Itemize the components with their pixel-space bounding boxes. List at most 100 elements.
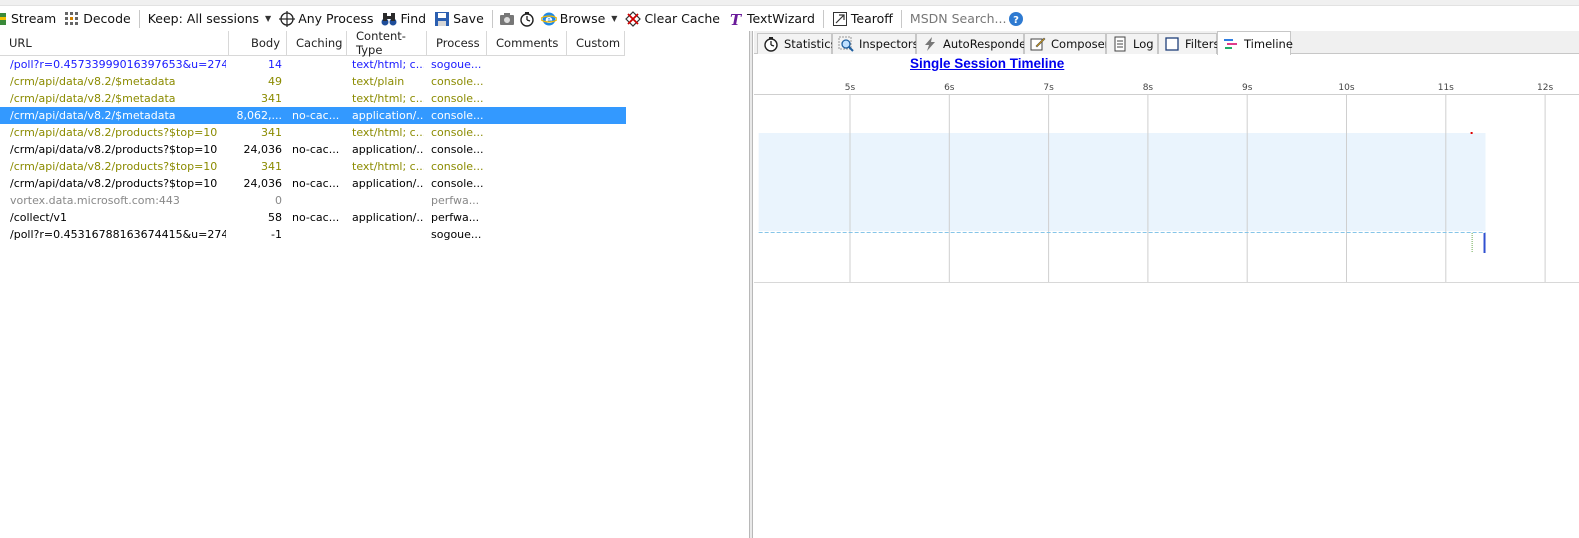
screenshot-button[interactable] (497, 8, 517, 30)
session-row[interactable]: /crm/api/data/v8.2/$metadata 341 text/html… (0, 90, 626, 107)
timeline-tick-label: 9s (1242, 83, 1253, 93)
web-sessions-pane: URL Body Caching Content-Type Process Comment… (0, 29, 749, 538)
pane-splitter[interactable] (749, 31, 753, 538)
session-cell-caching: no-cac... (292, 109, 340, 122)
session-duration-block (758, 133, 1486, 231)
chevron-down-icon: ▼ (265, 14, 272, 23)
session-row[interactable]: vortex.data.microsoft.com:443 0 perfwa... (0, 192, 626, 209)
toolbar-separator (900, 9, 902, 28)
session-cell-url: /crm/api/data/v8.2/$metadata (10, 92, 176, 105)
tab-label: AutoResponder (943, 37, 1031, 51)
session-cell-url: /poll?r=0.45733999016397653&u=27497... (10, 58, 226, 71)
crosshair-icon (279, 10, 296, 27)
timeline-tick-label: 10s (1338, 83, 1354, 93)
inspector-pane: Statistics Inspectors AutoResponder Comp… (754, 31, 1579, 538)
column-header-caching[interactable]: Caching (287, 31, 347, 56)
session-row[interactable]: /crm/api/data/v8.2/products?$top=10 24,03… (0, 175, 626, 192)
session-cell-process: sogoue... (431, 228, 482, 241)
find-button[interactable]: Find (377, 8, 430, 30)
session-cell-content-type (352, 192, 424, 209)
column-header-comments[interactable]: Comments (487, 31, 567, 56)
session-cell-process: console... (431, 160, 484, 173)
pencil-edit-icon (1030, 36, 1046, 52)
session-row[interactable]: /crm/api/data/v8.2/$metadata 8,062,... no-… (0, 107, 626, 124)
tab-statistics[interactable]: Statistics (757, 33, 837, 54)
timeline-start-marker (1470, 132, 1473, 134)
session-cell-caching (292, 158, 346, 175)
tab-autoresponder[interactable]: AutoResponder (916, 33, 1031, 54)
session-cell-caching (292, 124, 346, 141)
tab-label: Inspectors (859, 37, 919, 51)
column-header-body[interactable]: Body (229, 31, 287, 56)
tab-label: Timeline (1244, 36, 1293, 51)
session-cell-body: 0 (275, 194, 282, 207)
stream-button[interactable]: Stream (0, 8, 60, 30)
textwizard-label: TextWizard (746, 11, 815, 26)
timer-button[interactable] (517, 8, 537, 30)
stopwatch-icon (763, 36, 779, 52)
tab-timeline[interactable]: Timeline (1217, 31, 1293, 55)
session-row[interactable]: /poll?r=0.45316788163674415&u=27497... -1… (0, 226, 626, 243)
session-cell-content-type: text/plain (352, 75, 405, 88)
session-cell-process: console... (431, 126, 484, 139)
session-row[interactable]: /crm/api/data/v8.2/products?$top=10 341 te… (0, 124, 626, 141)
tab-log[interactable]: Log (1106, 33, 1158, 54)
stream-icon (0, 11, 8, 27)
msdn-search-input[interactable]: MSDN Search... (906, 9, 1007, 29)
tab-inspectors[interactable]: Inspectors (832, 33, 919, 54)
timeline-title-link[interactable]: Single Session Timeline (910, 56, 1064, 71)
session-cell-process: console... (431, 143, 484, 156)
session-cell-url: /poll?r=0.45316788163674415&u=27497... (10, 228, 226, 241)
timeline-tick-label: 7s (1043, 83, 1054, 93)
floppy-disk-icon (434, 11, 450, 27)
any-process-button[interactable]: Any Process (275, 8, 377, 30)
session-row[interactable]: /crm/api/data/v8.2/products?$top=10 24,03… (0, 141, 626, 158)
keep-sessions-dropdown[interactable]: Keep: All sessions ▼ (144, 8, 275, 30)
session-cell-content-type: text/html; c... (352, 58, 424, 71)
tab-filters[interactable]: Filters (1158, 33, 1219, 54)
timeline-tick-label: 5s (845, 83, 856, 93)
session-cell-body: 341 (261, 92, 282, 105)
tearoff-window-icon (832, 11, 848, 27)
help-button[interactable]: ? (1006, 8, 1026, 30)
session-cell-caching (292, 226, 346, 243)
session-cell-process: console... (431, 109, 484, 122)
session-cell-caching (292, 192, 346, 209)
toolbar-separator (138, 9, 140, 28)
session-cell-content-type (352, 226, 424, 243)
binoculars-icon (381, 11, 397, 27)
column-header-url[interactable]: URL (0, 31, 229, 56)
column-header-content-type[interactable]: Content-Type (347, 29, 427, 57)
chevron-down-icon[interactable]: ▼ (611, 14, 617, 23)
session-cell-url: /crm/api/data/v8.2/products?$top=10 (10, 126, 218, 139)
session-row[interactable]: /crm/api/data/v8.2/$metadata 49 text/plain… (0, 73, 626, 90)
log-document-icon (1112, 36, 1128, 52)
session-row[interactable]: /poll?r=0.45733999016397653&u=27497... 14… (0, 56, 626, 73)
column-header-process[interactable]: Process (427, 31, 487, 56)
session-cell-process: perfwa... (431, 211, 480, 224)
session-row[interactable]: /collect/v1 58 no-cac... application/... per… (0, 209, 626, 226)
decode-icon (64, 11, 80, 27)
session-cell-process: sogoue... (431, 58, 482, 71)
tearoff-button[interactable]: Tearoff (828, 8, 897, 30)
tab-composer[interactable]: Composer (1024, 33, 1109, 54)
column-header-custom[interactable]: Custom (567, 31, 625, 56)
toolbar-separator (491, 9, 493, 28)
clear-cache-button[interactable]: Clear Cache (621, 8, 724, 30)
session-cell-body: 24,036 (243, 177, 283, 190)
session-cell-body: 49 (268, 75, 282, 88)
session-cell-content-type: application/... (352, 211, 424, 224)
timeline-chart: 5s 6s 7s 8s 9s 10s 11s 12s (754, 83, 1579, 283)
session-cell-url: /crm/api/data/v8.2/products?$top=10 (10, 160, 218, 173)
session-row[interactable]: /crm/api/data/v8.2/products?$top=10 341 te… (0, 158, 626, 175)
help-icon: ? (1008, 11, 1024, 27)
session-cell-url: /crm/api/data/v8.2/products?$top=10 (10, 143, 218, 156)
svg-text:T: T (730, 11, 743, 27)
session-cell-content-type: application/... (352, 109, 424, 122)
decode-button[interactable]: Decode (60, 8, 134, 30)
save-button[interactable]: Save (430, 8, 488, 30)
browse-button[interactable]: e Browse ▼ (537, 8, 622, 30)
session-cell-body: 14 (268, 58, 282, 71)
textwizard-button[interactable]: T TextWizard (724, 8, 819, 30)
session-cell-caching: no-cac... (292, 177, 340, 190)
